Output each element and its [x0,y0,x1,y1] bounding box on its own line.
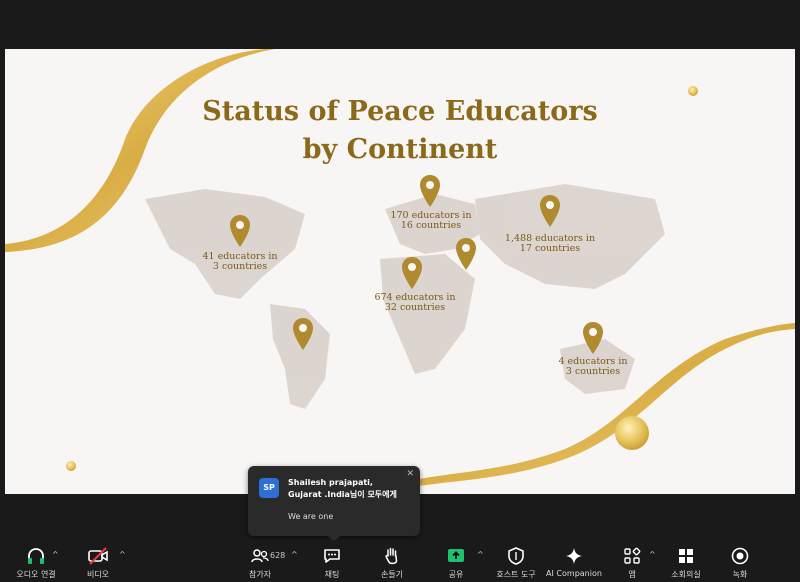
grid-icon [679,549,693,563]
continent-label: 170 educators in 16 countries [390,210,472,231]
record-icon [731,547,749,565]
sparkle-icon [566,548,582,564]
chat-notification[interactable]: SP Shailesh prajapati, Gujarat .India님이 … [248,466,420,542]
participants-count: 628 [270,551,286,560]
map-pin-icon [540,195,560,227]
breakout-rooms-button[interactable]: 소회의실 [656,546,716,580]
apps-icon [624,547,641,564]
video-off-icon [88,547,108,565]
participants-icon [251,549,269,563]
continent-label: 4 educators in 3 countries [558,356,628,377]
close-icon[interactable]: ✕ [406,469,414,479]
continent-label: 674 educators in 32 countries [374,292,456,313]
map-pin-icon [420,175,440,207]
chat-button[interactable]: 채팅 [302,546,362,580]
participants-options-caret[interactable]: ^ [291,550,298,559]
record-button[interactable]: 녹화 [710,546,770,580]
shared-screen-slide: Status of Peace Educators by Continent 4… [5,49,795,494]
map-pin-icon [293,318,313,350]
map-pin-icon [583,322,603,354]
hand-icon [385,547,398,565]
chat-icon [324,549,340,563]
continent-label: 1,488 educators in 17 countries [504,233,596,254]
top-bar [0,0,800,48]
chat-sender: Shailesh prajapati, Gujarat .India님이 모두에… [288,478,397,499]
apps-options-caret[interactable]: ^ [649,550,656,559]
slide-title-line2: by Continent [302,134,498,165]
share-options-caret[interactable]: ^ [477,550,484,559]
gold-orb-decoration [615,416,649,450]
continent-label: 41 educators in 3 countries [202,251,278,272]
slide-title-line1: Status of Peace Educators [202,96,598,127]
meeting-toolbar: 오디오 연결 ^ 비디오 ^ 참가자 628 ^ 채팅 손들기 공유 ^ 호스트… [0,540,800,582]
map-pin-icon [230,215,250,247]
shield-icon [508,547,524,565]
map-pin-icon [402,257,422,289]
host-tools-button[interactable]: 호스트 도구 [486,546,546,580]
audio-options-caret[interactable]: ^ [52,550,59,559]
share-screen-icon [448,549,464,562]
chat-message: We are one [288,512,334,521]
video-options-caret[interactable]: ^ [119,550,126,559]
map-pin-icon [456,238,476,270]
headphones-icon [28,548,44,564]
raise-hand-button[interactable]: 손들기 [362,546,422,580]
avatar: SP [259,478,279,498]
ai-companion-button[interactable]: AI Companion [544,546,604,578]
slide-title: Status of Peace Educators by Continent [155,93,645,169]
